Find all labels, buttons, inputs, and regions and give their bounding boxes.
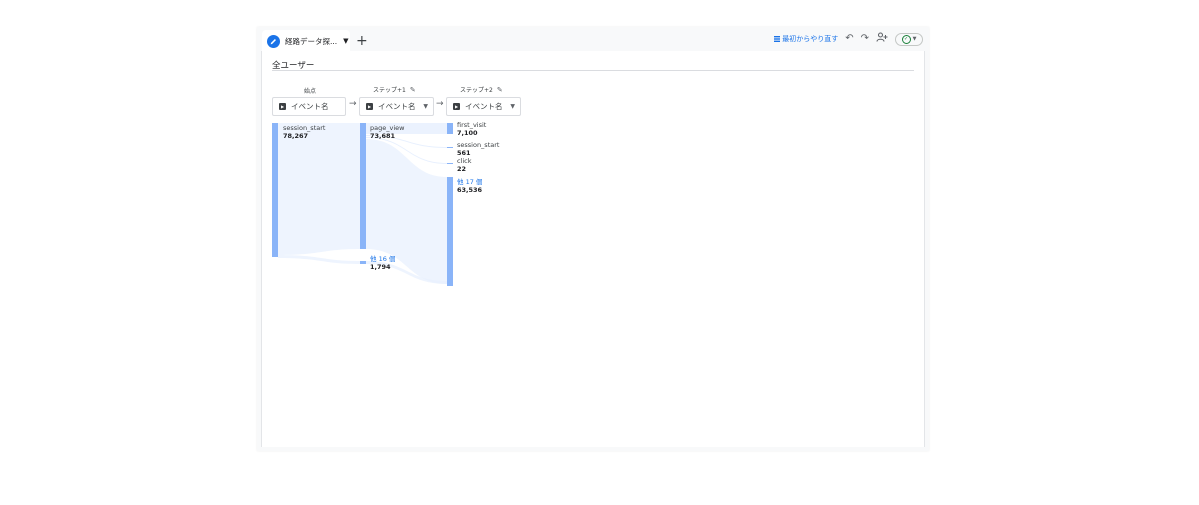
node-value-session-start-2: 561 (457, 149, 471, 157)
pencil-icon (267, 34, 280, 48)
node-label-session-start-2: session_start (457, 141, 500, 149)
node-label-page-view: page_view (370, 124, 405, 132)
caret-down-icon: ▼ (912, 36, 917, 42)
exploration-canvas: 全ユーザー 始点 ステップ+1 ✎ ステップ+2 ✎ ▶ イベント名 → ▶ イベン… (261, 51, 925, 447)
node-value-more-17: 63,536 (457, 186, 483, 194)
toolbar: 最初からやり直す ↶ ↷ ✓ ▼ (774, 32, 923, 46)
check-icon: ✓ (901, 34, 911, 44)
restart-button[interactable]: 最初からやり直す (774, 34, 838, 44)
node-value-session-start: 78,267 (283, 132, 309, 140)
status-dropdown[interactable]: ✓ ▼ (895, 32, 923, 46)
node-bar-more-17[interactable] (447, 177, 453, 286)
tab-title: 経路データ探... (285, 36, 338, 46)
node-label-click: click (457, 157, 472, 165)
node-label-first-visit: first_visit (457, 121, 487, 129)
node-value-click: 22 (457, 165, 467, 173)
exploration-window: 経路データ探... ▼ + 最初からやり直す ↶ ↷ ✓ ▼ 全ユーザー 始点 … (257, 27, 929, 451)
node-value-first-visit: 7,100 (457, 129, 478, 137)
node-value-more-16: 1,794 (370, 263, 391, 271)
node-bar-page-view[interactable] (360, 123, 366, 249)
node-bar-first-visit[interactable] (447, 123, 453, 134)
node-bar-session-start-2[interactable] (447, 147, 453, 148)
undo-icon[interactable]: ↶ (845, 33, 853, 45)
restart-label: 最初からやり直す (782, 35, 839, 43)
add-tab-button[interactable]: + (356, 32, 368, 50)
exploration-tab[interactable]: 経路データ探... ▼ (262, 30, 350, 52)
path-flow-chart (272, 123, 453, 286)
restart-icon (774, 36, 781, 42)
node-value-page-view: 73,681 (370, 132, 396, 140)
node-label-more-16[interactable]: 他 16 個 (370, 256, 395, 263)
share-user-icon[interactable] (876, 32, 888, 46)
node-label-session-start: session_start (283, 124, 326, 132)
caret-down-icon[interactable]: ▼ (343, 37, 348, 45)
node-label-more-17[interactable]: 他 17 個 (457, 179, 482, 186)
redo-icon[interactable]: ↷ (861, 33, 869, 45)
link-start-to-more (278, 255, 360, 264)
link-start-to-page-view (278, 123, 360, 255)
node-bar-more-16[interactable] (360, 261, 366, 264)
node-bar-click[interactable] (447, 163, 453, 164)
node-bar-session-start[interactable] (272, 123, 278, 257)
